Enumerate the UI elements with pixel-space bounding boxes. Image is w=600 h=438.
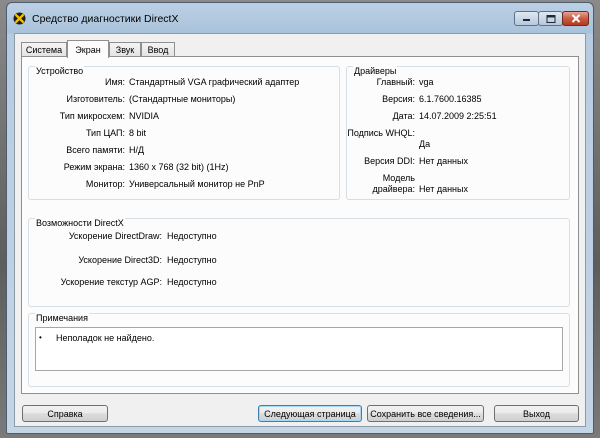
driver-date-label: Дата: xyxy=(392,111,415,121)
driver-version-label: Версия: xyxy=(382,94,415,104)
maximize-button[interactable] xyxy=(538,11,563,26)
device-display-mode-value: 1360 x 768 (32 bit) (1Hz) xyxy=(129,162,229,172)
title-bar[interactable]: Средство диагностики DirectX xyxy=(7,3,593,33)
note-bullet: • xyxy=(39,333,42,342)
close-button[interactable] xyxy=(562,11,589,26)
driver-main-value: vga xyxy=(419,77,434,87)
device-memory-value: Н/Д xyxy=(129,145,145,155)
close-icon xyxy=(571,14,580,23)
feature-direct3d-value: Недоступно xyxy=(167,255,217,265)
help-button[interactable]: Справка xyxy=(22,405,108,422)
feature-agp-value: Недоступно xyxy=(167,277,217,287)
device-group-title: Устройство xyxy=(35,66,85,76)
device-manufacturer-value: (Стандартные мониторы) xyxy=(129,94,236,104)
drivers-group: Драйверы Главный: vga Версия: 6.1.7600.1… xyxy=(346,66,570,200)
device-monitor-label: Монитор: xyxy=(85,179,125,189)
device-manufacturer-label: Изготовитель: xyxy=(66,94,126,104)
next-page-button[interactable]: Следующая страница xyxy=(258,405,362,422)
maximize-icon xyxy=(546,14,555,23)
note-item: Неполадок не найдено. xyxy=(56,333,155,343)
feature-agp-label: Ускорение текстур AGP: xyxy=(60,277,162,287)
directx-features-group: Возможности DirectX Ускорение DirectDraw… xyxy=(28,218,570,307)
driver-ddi-value: Нет данных xyxy=(419,156,468,166)
notes-list[interactable]: • Неполадок не найдено. xyxy=(35,327,563,371)
directx-window: Средство диагностики DirectX Система Экр… xyxy=(6,2,594,434)
device-name-label: Имя: xyxy=(104,77,125,87)
device-name-value: Стандартный VGA графический адаптер xyxy=(129,77,300,87)
notes-group-title: Примечания xyxy=(35,313,89,323)
client-area: Система Экран Звук Ввод Устройство Имя: … xyxy=(14,33,586,427)
device-group: Устройство Имя: Стандартный VGA графичес… xyxy=(28,66,340,200)
driver-model-label-line1: Модель xyxy=(382,173,415,183)
driver-model-value: Нет данных xyxy=(419,184,468,194)
directx-icon xyxy=(13,12,26,25)
window-title: Средство диагностики DirectX xyxy=(32,13,179,25)
driver-ddi-label: Версия DDI: xyxy=(364,156,415,166)
driver-whql-value: Да xyxy=(419,139,431,149)
tab-sound[interactable]: Звук xyxy=(109,42,141,57)
exit-button[interactable]: Выход xyxy=(494,405,579,422)
tab-display[interactable]: Экран xyxy=(67,40,109,58)
tab-panel-display: Устройство Имя: Стандартный VGA графичес… xyxy=(21,56,579,394)
directx-features-group-title: Возможности DirectX xyxy=(35,218,125,228)
drivers-group-title: Драйверы xyxy=(353,66,398,76)
notes-group: Примечания • Неполадок не найдено. xyxy=(28,313,570,387)
minimize-button[interactable] xyxy=(514,11,539,26)
driver-model-label-line2: драйвера: xyxy=(372,184,416,194)
driver-date-value: 14.07.2009 2:25:51 xyxy=(419,111,497,121)
driver-main-label: Главный: xyxy=(376,77,415,87)
device-dac-type-label: Тип ЦАП: xyxy=(85,128,125,138)
device-dac-type-value: 8 bit xyxy=(129,128,147,138)
feature-direct3d-label: Ускорение Direct3D: xyxy=(78,255,162,265)
feature-directdraw-value: Недоступно xyxy=(167,231,217,241)
tab-system[interactable]: Система xyxy=(21,42,67,57)
device-chip-type-value: NVIDIA xyxy=(129,111,160,121)
device-chip-type-label: Тип микросхем: xyxy=(59,111,125,121)
device-display-mode-label: Режим экрана: xyxy=(63,162,125,172)
device-monitor-value: Универсальный монитор не PnP xyxy=(129,179,265,189)
minimize-icon xyxy=(523,18,530,21)
device-memory-label: Всего памяти: xyxy=(66,145,125,155)
feature-directdraw-label: Ускорение DirectDraw: xyxy=(68,231,162,241)
driver-version-value: 6.1.7600.16385 xyxy=(419,94,482,104)
save-all-button[interactable]: Сохранить все сведения... xyxy=(367,405,484,422)
driver-whql-label: Подпись WHQL: xyxy=(347,128,415,138)
tab-input[interactable]: Ввод xyxy=(141,42,175,57)
